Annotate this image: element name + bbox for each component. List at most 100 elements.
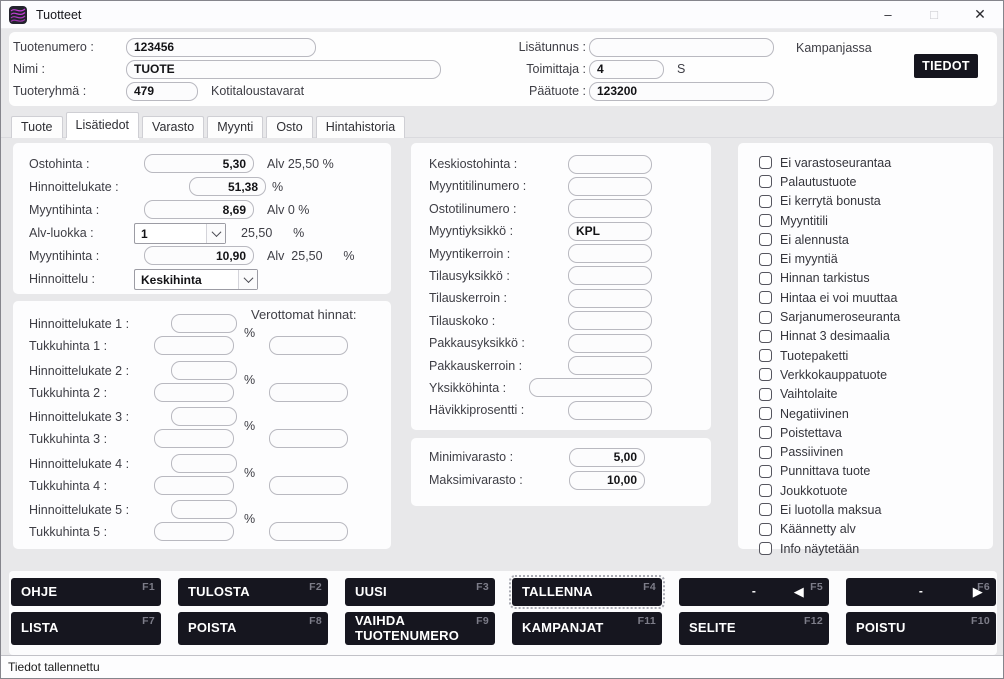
detail-fields: Keskiostohinta : Myyntitilinumero : Osto… <box>411 154 711 423</box>
tukkuhinta-n-input[interactable] <box>154 429 234 448</box>
tab[interactable]: Tuote <box>11 116 63 138</box>
veroton-hinta-n-input[interactable] <box>269 522 348 541</box>
hinnoittelukate-n-input[interactable] <box>171 500 237 519</box>
checkbox[interactable] <box>759 465 772 478</box>
tukkuhinta-n-input[interactable] <box>154 522 234 541</box>
tab[interactable]: Lisätiedot <box>66 112 140 138</box>
toimittaja-input[interactable]: 4 <box>589 60 664 79</box>
function-button[interactable]: VAIHDA TUOTENUMERO F9 <box>345 612 495 645</box>
checkbox[interactable] <box>759 156 772 169</box>
hinnoittelukate-n-input[interactable] <box>171 361 237 380</box>
nimi-input[interactable]: TUOTE <box>126 60 441 79</box>
checkbox-label: Ei luotolla maksua <box>780 503 881 517</box>
checkbox[interactable] <box>759 175 772 188</box>
detail-label: Myyntiyksikkö : <box>429 224 568 238</box>
checkbox[interactable] <box>759 426 772 439</box>
tukkuhinta-n-input[interactable] <box>154 476 234 495</box>
maximize-button[interactable]: □ <box>911 1 957 28</box>
detail-input[interactable] <box>568 244 652 263</box>
function-button[interactable]: UUSI F3 <box>345 578 495 606</box>
hinnoittelu-select[interactable]: Keskihinta <box>134 269 258 290</box>
function-button[interactable]: SELITE F12 <box>679 612 829 645</box>
function-button[interactable]: TULOSTA F2 <box>178 578 328 606</box>
hinnoittelukate-pct-label: % <box>272 180 283 194</box>
function-button[interactable]: TALLENNA F4 <box>512 578 662 606</box>
detail-input[interactable] <box>568 289 652 308</box>
veroton-hinta-n-input[interactable] <box>269 476 348 495</box>
checkbox[interactable] <box>759 446 772 459</box>
function-button[interactable]: OHJE F1 <box>11 578 161 606</box>
checkbox[interactable] <box>759 214 772 227</box>
ostohinta-input[interactable]: 5,30 <box>144 154 254 173</box>
detail-input[interactable] <box>568 356 652 375</box>
function-button[interactable]: KAMPANJAT F11 <box>512 612 662 645</box>
checkbox[interactable] <box>759 291 772 304</box>
hinnoittelukate-n-input[interactable] <box>171 407 237 426</box>
checkbox[interactable] <box>759 523 772 536</box>
tuoteryhma-input[interactable]: 479 <box>126 82 198 101</box>
checkbox[interactable] <box>759 311 772 324</box>
close-button[interactable]: ✕ <box>957 1 1003 28</box>
stock-fields: Minimivarasto : 5,00 Maksimivarasto : 10… <box>411 447 711 493</box>
dropdown-button[interactable] <box>206 224 225 243</box>
fkey-label: F10 <box>971 615 990 627</box>
hinnoittelukate-input[interactable]: 51,38 <box>189 177 266 196</box>
function-button[interactable]: POISTA F8 <box>178 612 328 645</box>
detail-input[interactable] <box>568 199 652 218</box>
checkbox[interactable] <box>759 272 772 285</box>
tukkuhinta-n-input[interactable] <box>154 383 234 402</box>
myyntihinta2-input[interactable]: 10,90 <box>144 246 254 265</box>
detail-input[interactable] <box>568 155 652 174</box>
function-button[interactable]: POISTU F10 <box>846 612 996 645</box>
detail-input[interactable] <box>568 177 652 196</box>
veroton-hinta-n-input[interactable] <box>269 336 348 355</box>
alv-luokka-select[interactable]: 1 <box>134 223 226 244</box>
veroton-hinta-n-input[interactable] <box>269 429 348 448</box>
tuotenumero-input[interactable]: 123456 <box>126 38 316 57</box>
minimize-button[interactable]: – <box>865 1 911 28</box>
function-button[interactable]: - ◀ F5 <box>679 578 829 606</box>
fkey-label: F4 <box>643 581 656 593</box>
detail-input[interactable] <box>568 311 652 330</box>
checkbox[interactable] <box>759 349 772 362</box>
myyntihinta-input[interactable]: 8,69 <box>144 200 254 219</box>
veroton-hinta-n-input[interactable] <box>269 383 348 402</box>
checkbox[interactable] <box>759 503 772 516</box>
checkbox[interactable] <box>759 388 772 401</box>
dropdown-button[interactable] <box>238 270 257 289</box>
detail-input[interactable] <box>568 401 652 420</box>
wholesale-prices-panel: Verottomat hinnat: Hinnoittelukate 1 : %… <box>13 301 391 549</box>
detail-input[interactable]: KPL <box>568 222 652 241</box>
checkbox[interactable] <box>759 368 772 381</box>
tiedot-button[interactable]: TIEDOT <box>914 54 978 78</box>
stock-input[interactable]: 10,00 <box>569 471 645 490</box>
lisatunnus-input[interactable] <box>589 38 774 57</box>
function-button[interactable]: - ▶ F6 <box>846 578 996 606</box>
checkbox[interactable] <box>759 407 772 420</box>
function-button[interactable]: LISTA F7 <box>11 612 161 645</box>
checkbox-row: Joukkotuote <box>759 481 987 500</box>
hinnoittelukate-n-input[interactable] <box>171 454 237 473</box>
alv-luokka-pct-label: 25,50 % <box>241 226 304 240</box>
tukkuhinta-n-input[interactable] <box>154 336 234 355</box>
status-bar: Tiedot tallennettu <box>1 655 1003 678</box>
checkbox[interactable] <box>759 542 772 555</box>
hinnoittelu-label: Hinnoittelu : <box>29 272 95 286</box>
hinnoittelukate-n-input[interactable] <box>171 314 237 333</box>
detail-input[interactable] <box>568 266 652 285</box>
detail-input[interactable] <box>529 378 652 397</box>
checkbox-label: Ei varastoseurantaa <box>780 156 891 170</box>
checkbox[interactable] <box>759 484 772 497</box>
checkbox[interactable] <box>759 233 772 246</box>
checkbox[interactable] <box>759 195 772 208</box>
tab[interactable]: Varasto <box>142 116 204 138</box>
tab[interactable]: Hintahistoria <box>316 116 405 138</box>
checkbox[interactable] <box>759 253 772 266</box>
tab[interactable]: Myynti <box>207 116 263 138</box>
detail-label: Tilausyksikkö : <box>429 269 568 283</box>
paatuote-input[interactable]: 123200 <box>589 82 774 101</box>
checkbox[interactable] <box>759 330 772 343</box>
tab[interactable]: Osto <box>266 116 312 138</box>
stock-input[interactable]: 5,00 <box>569 448 645 467</box>
detail-input[interactable] <box>568 334 652 353</box>
